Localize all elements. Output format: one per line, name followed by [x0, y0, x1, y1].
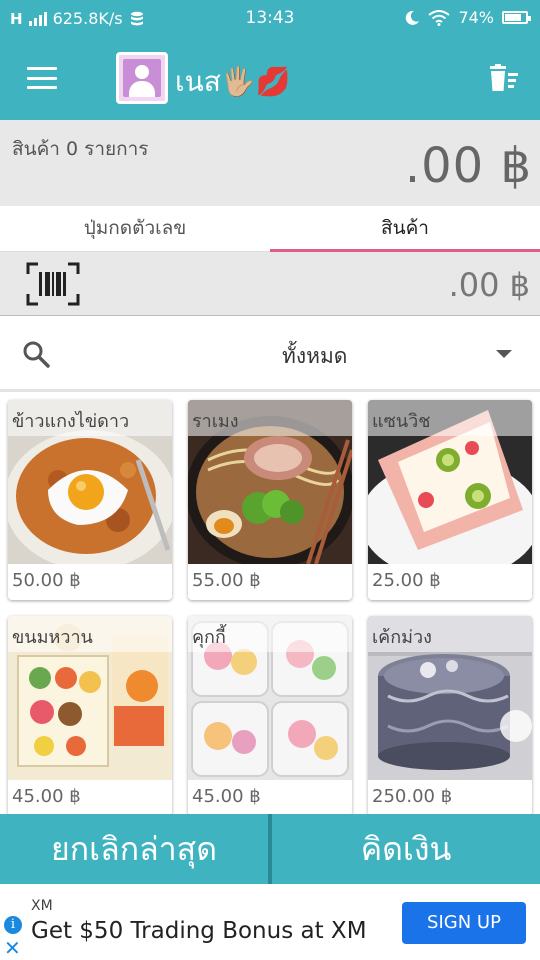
- ad-signup-button[interactable]: SIGN UP: [402, 902, 526, 944]
- tab-bar: ปุ่มกดตัวเลข สินค้า: [0, 206, 540, 252]
- barcode-amount: .00 ฿: [448, 266, 530, 304]
- product-card[interactable]: ขนมหวาน 45.00 ฿: [8, 616, 172, 814]
- battery-icon: [502, 11, 531, 24]
- close-icon[interactable]: ✕: [4, 936, 21, 960]
- clear-list-icon[interactable]: [488, 64, 520, 92]
- product-price: 45.00 ฿: [192, 786, 261, 807]
- battery-percent: 74%: [458, 8, 494, 27]
- product-name: คุกกี้: [188, 616, 352, 652]
- tab-products[interactable]: สินค้า: [270, 206, 540, 252]
- category-label: ทั้งหมด: [282, 344, 348, 368]
- barcode-row: .00 ฿: [0, 252, 540, 316]
- product-card[interactable]: แซนวิช 25.00 ฿: [368, 400, 532, 600]
- cancel-last-button[interactable]: ยกเลิกล่าสุด: [0, 814, 268, 884]
- checkout-button[interactable]: คิดเงิน: [272, 814, 540, 884]
- hamburger-menu-icon[interactable]: [27, 67, 57, 89]
- wifi-icon: [428, 9, 451, 26]
- ad-info-icon[interactable]: i: [4, 916, 22, 934]
- tab-numpad[interactable]: ปุ่มกดตัวเลข: [0, 206, 270, 252]
- product-name: ข้าวแกงไข่ดาว: [8, 400, 172, 436]
- ad-headline: Get $50 Trading Bonus at XM: [31, 918, 367, 944]
- product-name: แซนวิช: [368, 400, 532, 436]
- order-summary: สินค้า 0 รายการ .00 ฿: [0, 120, 540, 206]
- product-price: 25.00 ฿: [372, 570, 441, 591]
- product-price: 55.00 ฿: [192, 570, 261, 591]
- action-bar: ยกเลิกล่าสุด คิดเงิน: [0, 814, 540, 884]
- barcode-scan-icon[interactable]: [26, 262, 80, 306]
- category-dropdown[interactable]: ทั้งหมด: [260, 340, 520, 370]
- ad-brand: XM: [31, 898, 53, 914]
- product-price: 45.00 ฿: [12, 786, 81, 807]
- total-amount: .00 ฿: [404, 138, 532, 194]
- product-card[interactable]: เค้กม่วง 250.00 ฿: [368, 616, 532, 814]
- product-price: 250.00 ฿: [372, 786, 453, 807]
- search-icon[interactable]: [22, 340, 50, 368]
- product-grid: ข้าวแกงไข่ดาว 50.00 ฿ ราเมง 55.00 ฿ แซนว…: [0, 392, 540, 814]
- product-card[interactable]: ราเมง 55.00 ฿: [188, 400, 352, 600]
- product-price: 50.00 ฿: [12, 570, 81, 591]
- status-bar-right: 74%: [404, 8, 531, 27]
- product-card[interactable]: คุกกี้ 45.00 ฿: [188, 616, 352, 814]
- app-bar: เนส🖐🏼💋: [0, 36, 540, 120]
- product-name: ราเมง: [188, 400, 352, 436]
- product-name: ขนมหวาน: [8, 616, 172, 652]
- filter-row: ทั้งหมด: [0, 316, 540, 392]
- chevron-down-icon: [496, 350, 512, 358]
- moon-icon: [406, 10, 420, 25]
- product-name: เค้กม่วง: [368, 616, 532, 652]
- ad-banner[interactable]: i ✕ XM Get $50 Trading Bonus at XM SIGN …: [0, 884, 540, 960]
- item-count: สินค้า 0 รายการ: [12, 138, 149, 160]
- product-card[interactable]: ข้าวแกงไข่ดาว 50.00 ฿: [8, 400, 172, 600]
- avatar-icon[interactable]: [116, 52, 168, 104]
- user-name: เนส🖐🏼💋: [175, 65, 291, 98]
- status-bar: H 625.8K/s 13:43 74%: [0, 0, 540, 36]
